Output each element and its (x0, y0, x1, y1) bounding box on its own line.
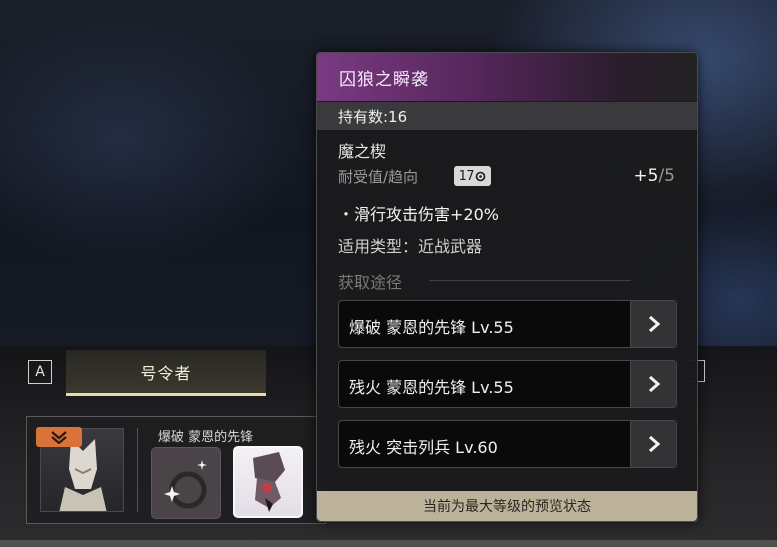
source-row[interactable]: 爆破 蒙恩的先锋 Lv.55 (338, 300, 677, 348)
chevron-right-icon[interactable] (630, 361, 676, 407)
mod-effect: ・滑行攻击伤害+20% (338, 205, 499, 224)
mod-slot-selected[interactable] (233, 446, 303, 518)
source-row[interactable]: 残火 突击列兵 Lv.60 (338, 420, 677, 468)
chevron-right-icon[interactable] (630, 301, 676, 347)
source-label: 残火 蒙恩的先锋 Lv.55 (349, 378, 514, 397)
loadout-label: 爆破 蒙恩的先锋 (158, 430, 254, 445)
chevron-down-icon (36, 427, 82, 447)
bottom-strip (0, 540, 777, 547)
source-label: 残火 突击列兵 Lv.60 (349, 438, 498, 457)
mod-rank: +5/5 (633, 166, 675, 186)
source-row[interactable]: 残火 蒙恩的先锋 Lv.55 (338, 360, 677, 408)
divider (429, 280, 631, 281)
applicable-type: 适用类型：近战武器 (338, 237, 483, 256)
tab-commander[interactable]: 号令者 (66, 350, 266, 396)
capacity-badge: 17 (454, 166, 491, 186)
chevron-right-icon[interactable] (630, 421, 676, 467)
mod-title: 囚狼之瞬袭 (339, 70, 429, 90)
mod-detail-popup: 囚狼之瞬袭 持有数:16 魔之楔 耐受值/趋向 17 +5/5 ・滑行攻击伤害+… (316, 52, 698, 522)
capacity-label: 耐受值/趋向 (338, 168, 419, 186)
rank-current: +5 (633, 166, 659, 186)
preview-status-footer: 当前为最大等级的预览状态 (317, 491, 697, 521)
source-heading: 获取途径 (338, 273, 403, 292)
capacity-value: 17 (458, 168, 475, 184)
key-hint-a: A (28, 360, 52, 384)
source-label: 爆破 蒙恩的先锋 Lv.55 (349, 318, 514, 337)
divider (137, 428, 138, 512)
rank-max: /5 (658, 166, 675, 186)
own-count: 持有数:16 (338, 108, 408, 126)
mod-set-name: 魔之楔 (338, 142, 387, 161)
polarity-circle-icon (476, 171, 486, 181)
mod-slot-empty[interactable] (151, 447, 221, 519)
